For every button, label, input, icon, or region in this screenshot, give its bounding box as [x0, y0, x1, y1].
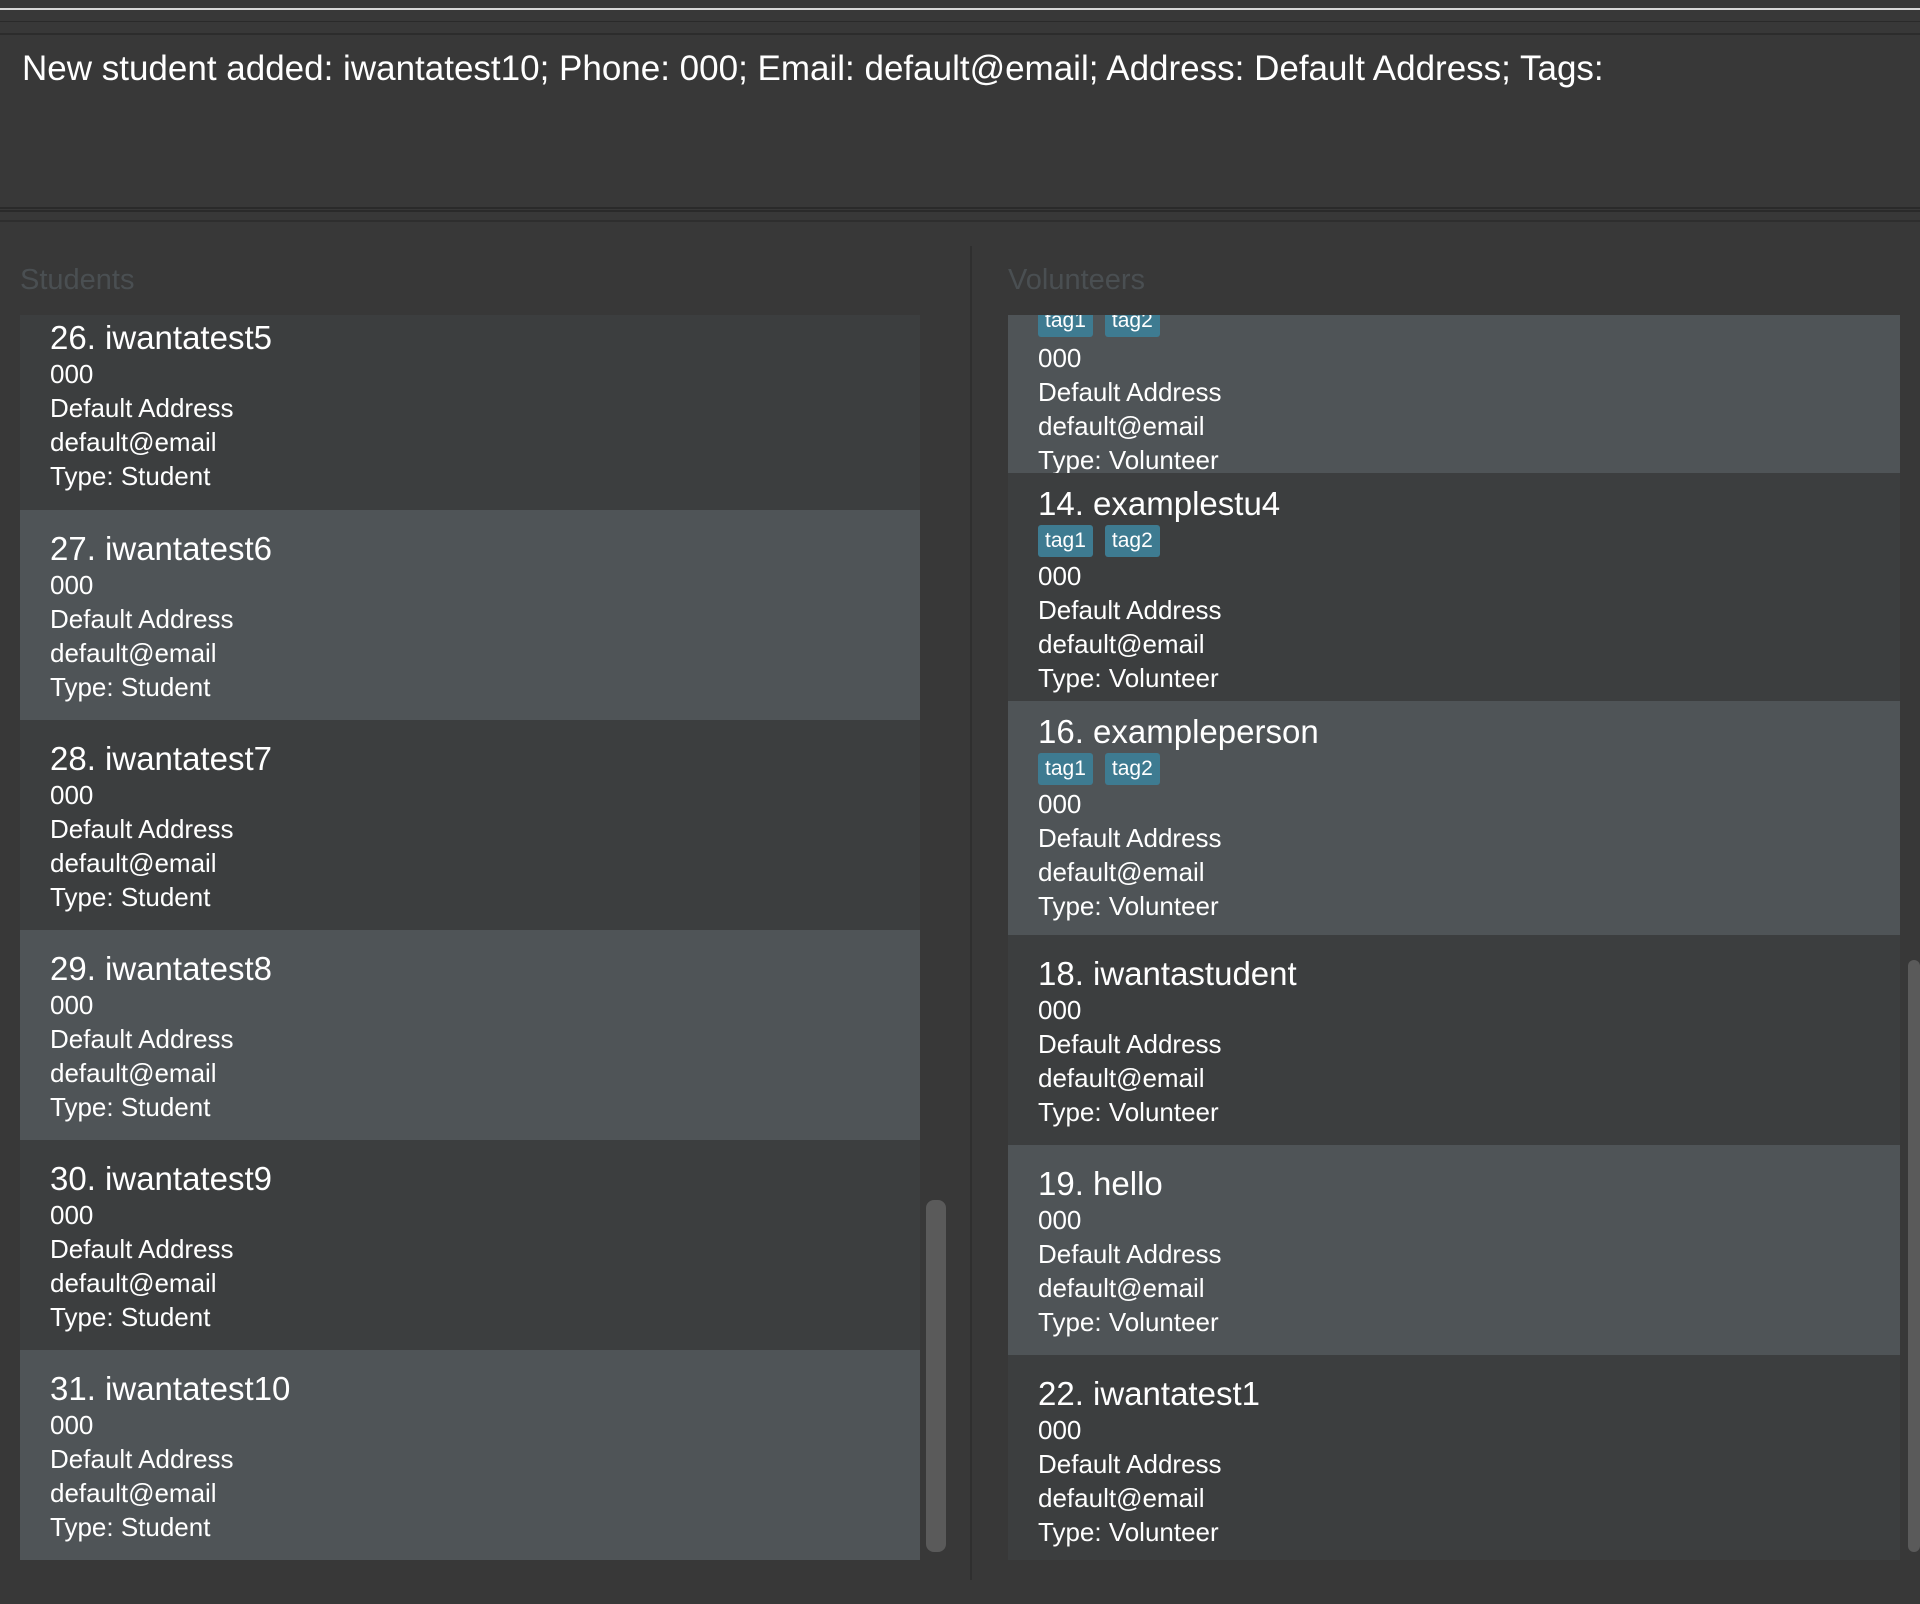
volunteer-card[interactable]: 14. examplestu4 tag1 tag2 000 Default Add… — [1008, 473, 1900, 701]
volunteer-name: 18. iwantastudent — [1038, 955, 1297, 992]
student-address: Default Address — [50, 1444, 234, 1474]
student-name: 30. iwantatest9 — [50, 1160, 272, 1197]
student-card[interactable]: 31. iwantatest10 000 Default Address def… — [20, 1350, 920, 1560]
student-email: default@email — [50, 1478, 217, 1508]
volunteer-phone: 000 — [1038, 995, 1082, 1025]
student-address: Default Address — [50, 1234, 234, 1264]
tag-label: tag1 — [1038, 525, 1093, 557]
volunteer-phone: 000 — [1038, 1205, 1082, 1235]
student-phone: 000 — [50, 1200, 94, 1230]
volunteer-type: Type: Volunteer — [1038, 663, 1219, 693]
volunteer-type: Type: Volunteer — [1038, 1097, 1219, 1127]
tag-label: tag2 — [1104, 315, 1160, 337]
student-name: 31. iwantatest10 — [50, 1370, 291, 1407]
volunteer-name: 14. examplestu4 — [1038, 485, 1281, 522]
result-display[interactable]: New student added: iwantatest10; Phone: … — [0, 35, 1920, 209]
student-type: Type: Student — [50, 1512, 211, 1542]
result-message: New student added: iwantatest10; Phone: … — [22, 49, 1604, 88]
student-phone: 000 — [50, 359, 94, 389]
student-email: default@email — [50, 1268, 217, 1298]
volunteer-email: default@email — [1038, 411, 1205, 441]
volunteer-phone: 000 — [1038, 561, 1082, 591]
student-card[interactable]: 30. iwantatest9 000 Default Address defa… — [20, 1140, 920, 1350]
student-type: Type: Student — [50, 672, 211, 702]
student-phone: 000 — [50, 1410, 94, 1440]
volunteer-card[interactable]: 19. hello 000 Default Address default@em… — [1008, 1145, 1900, 1355]
volunteer-address: Default Address — [1038, 377, 1222, 407]
student-address: Default Address — [50, 814, 234, 844]
volunteer-type: Type: Volunteer — [1038, 1517, 1219, 1547]
student-email: default@email — [50, 427, 217, 457]
student-name: 27. iwantatest6 — [50, 530, 272, 567]
student-phone: 000 — [50, 990, 94, 1020]
student-card[interactable]: 27. iwantatest6 000 Default Address defa… — [20, 510, 920, 720]
students-scrollbar[interactable] — [926, 1200, 946, 1552]
volunteer-card[interactable]: tag1 tag2 000 Default Address default@ema… — [1008, 315, 1900, 475]
volunteer-address: Default Address — [1038, 1239, 1222, 1269]
volunteer-address: Default Address — [1038, 823, 1222, 853]
volunteers-scrollbar[interactable] — [1908, 960, 1920, 1552]
panel-separator — [0, 220, 1920, 222]
result-separator — [0, 210, 1920, 212]
tag-label: tag2 — [1104, 525, 1160, 557]
volunteer-email: default@email — [1038, 857, 1205, 887]
tag-label: tag1 — [1038, 753, 1093, 785]
student-name: 29. iwantatest8 — [50, 950, 272, 987]
tag-list: tag1 tag2 — [1038, 315, 1172, 339]
student-card[interactable]: 28. iwantatest7 000 Default Address defa… — [20, 720, 920, 930]
volunteer-type: Type: Volunteer — [1038, 445, 1219, 475]
volunteer-card[interactable]: 18. iwantastudent 000 Default Address de… — [1008, 935, 1900, 1145]
volunteer-card[interactable]: 22. iwantatest1 000 Default Address defa… — [1008, 1355, 1900, 1560]
volunteer-name: 16. exampleperson — [1038, 713, 1319, 750]
volunteer-type: Type: Volunteer — [1038, 1307, 1219, 1337]
student-phone: 000 — [50, 780, 94, 810]
volunteer-phone: 000 — [1038, 1415, 1082, 1445]
volunteer-phone: 000 — [1038, 343, 1082, 373]
volunteer-address: Default Address — [1038, 595, 1222, 625]
tag-label: tag2 — [1104, 753, 1160, 785]
student-type: Type: Student — [50, 1302, 211, 1332]
volunteer-email: default@email — [1038, 1483, 1205, 1513]
volunteer-phone: 000 — [1038, 789, 1082, 819]
student-email: default@email — [50, 1058, 217, 1088]
tag-list: tag1 tag2 — [1038, 525, 1172, 559]
student-type: Type: Student — [50, 461, 211, 491]
panel-divider[interactable] — [970, 246, 972, 1580]
volunteer-email: default@email — [1038, 1273, 1205, 1303]
tag-list: tag1 tag2 — [1038, 753, 1172, 787]
student-email: default@email — [50, 638, 217, 668]
volunteer-name: 22. iwantatest1 — [1038, 1375, 1260, 1412]
student-phone: 000 — [50, 570, 94, 600]
student-card[interactable]: 29. iwantatest8 000 Default Address defa… — [20, 930, 920, 1140]
volunteer-email: default@email — [1038, 629, 1205, 659]
student-email: default@email — [50, 848, 217, 878]
volunteer-type: Type: Volunteer — [1038, 891, 1219, 921]
students-panel-title: Students — [20, 264, 135, 296]
window-top-border — [0, 0, 1920, 10]
volunteer-email: default@email — [1038, 1063, 1205, 1093]
volunteer-address: Default Address — [1038, 1449, 1222, 1479]
student-address: Default Address — [50, 393, 234, 423]
volunteer-name: 19. hello — [1038, 1165, 1163, 1202]
volunteer-card[interactable]: 16. exampleperson tag1 tag2 000 Default A… — [1008, 701, 1900, 935]
students-list[interactable]: 26. iwantatest5 000 Default Address defa… — [20, 315, 920, 1560]
volunteers-panel-title: Volunteers — [1008, 264, 1146, 296]
student-address: Default Address — [50, 1024, 234, 1054]
menu-separator — [0, 21, 1920, 22]
student-type: Type: Student — [50, 882, 211, 912]
volunteer-address: Default Address — [1038, 1029, 1222, 1059]
student-type: Type: Student — [50, 1092, 211, 1122]
student-name: 26. iwantatest5 — [50, 319, 272, 356]
student-address: Default Address — [50, 604, 234, 634]
volunteers-list[interactable]: tag1 tag2 000 Default Address default@ema… — [1008, 315, 1900, 1560]
student-name: 28. iwantatest7 — [50, 740, 272, 777]
student-card[interactable]: 26. iwantatest5 000 Default Address defa… — [20, 315, 920, 510]
tag-label: tag1 — [1038, 315, 1093, 337]
